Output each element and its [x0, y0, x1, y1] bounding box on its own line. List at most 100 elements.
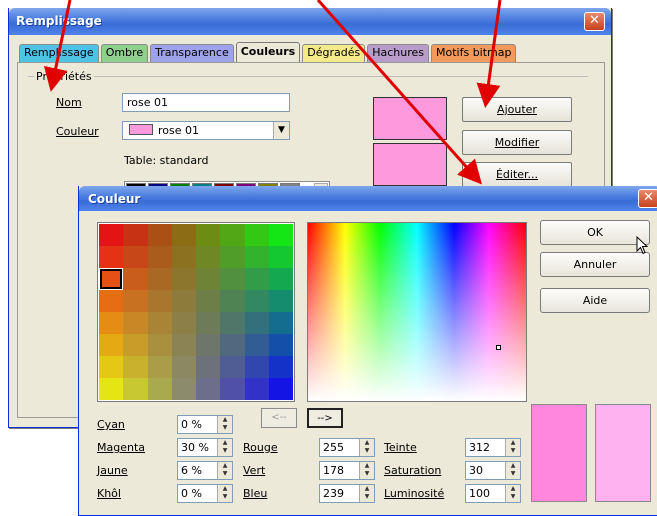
color-grid-cell[interactable]	[147, 378, 172, 400]
luminosite-spinbox[interactable]: 100 ▲ ▼	[465, 484, 521, 503]
spectrum-cursor[interactable]	[496, 345, 501, 350]
color-grid-cell[interactable]	[123, 268, 148, 290]
color-grid-cell[interactable]	[268, 246, 293, 268]
couleur-select[interactable]: rose 01 ▼	[122, 121, 290, 140]
color-spectrum[interactable]	[307, 222, 527, 402]
color-grid-cell[interactable]	[147, 312, 172, 334]
ok-button[interactable]: OK	[540, 220, 650, 245]
color-grid[interactable]	[99, 224, 293, 400]
color-grid-cell[interactable]	[147, 356, 172, 378]
fill-dialog-titlebar[interactable]: Remplissage ✕	[9, 8, 611, 35]
spin-arrows-icon[interactable]: ▲ ▼	[359, 485, 374, 502]
cyan-spinbox[interactable]: 0 % ▲ ▼	[177, 415, 233, 434]
editer-button[interactable]: Éditer...	[462, 162, 572, 187]
color-dialog-titlebar[interactable]: Couleur ✕	[79, 186, 657, 211]
bleu-spinbox[interactable]: 239 ▲ ▼	[319, 484, 375, 503]
arrow-right-button[interactable]: -->	[307, 408, 343, 428]
color-grid-cell[interactable]	[123, 312, 148, 334]
color-grid-cell[interactable]	[171, 334, 196, 356]
color-grid-cell[interactable]	[147, 246, 172, 268]
color-grid-cell[interactable]	[147, 290, 172, 312]
spin-arrows-icon[interactable]: ▲ ▼	[505, 439, 520, 456]
color-grid-cell[interactable]	[220, 246, 245, 268]
color-grid-cell[interactable]	[99, 290, 124, 312]
color-grid-cell[interactable]	[220, 312, 245, 334]
arrow-left-button[interactable]: <--	[261, 408, 297, 428]
jaune-spinbox[interactable]: 6 % ▲ ▼	[177, 461, 233, 480]
color-grid-cell[interactable]	[99, 356, 124, 378]
color-grid-cell[interactable]	[244, 334, 269, 356]
color-grid-cell[interactable]	[123, 290, 148, 312]
color-grid-cell[interactable]	[268, 290, 293, 312]
color-grid-cell[interactable]	[171, 312, 196, 334]
color-grid-cell[interactable]	[123, 356, 148, 378]
color-grid-cell[interactable]	[244, 268, 269, 290]
color-grid-cell[interactable]	[171, 290, 196, 312]
annuler-button[interactable]: Annuler	[540, 252, 650, 277]
color-grid-cell[interactable]	[171, 378, 196, 400]
color-grid-cell[interactable]	[268, 312, 293, 334]
tab-hachures[interactable]: Hachures	[367, 44, 429, 62]
color-grid-cell[interactable]	[196, 356, 221, 378]
color-grid-cell[interactable]	[196, 290, 221, 312]
tab-remplissage[interactable]: Remplissage	[19, 44, 99, 62]
spin-arrows-icon[interactable]: ▲ ▼	[217, 416, 232, 433]
color-grid-cell[interactable]	[244, 312, 269, 334]
spin-arrows-icon[interactable]: ▲ ▼	[505, 485, 520, 502]
color-grid-cell[interactable]	[99, 334, 124, 356]
color-grid-cell[interactable]	[244, 356, 269, 378]
spin-arrows-icon[interactable]: ▲ ▼	[217, 485, 232, 502]
color-grid-cell[interactable]	[268, 224, 293, 246]
color-grid-cell[interactable]	[196, 334, 221, 356]
color-grid-cell[interactable]	[220, 378, 245, 400]
spin-arrows-icon[interactable]: ▲ ▼	[505, 462, 520, 479]
color-grid-cell[interactable]	[196, 224, 221, 246]
teinte-spinbox[interactable]: 312 ▲ ▼	[465, 438, 521, 457]
vert-spinbox[interactable]: 178 ▲ ▼	[319, 461, 375, 480]
spin-arrows-icon[interactable]: ▲ ▼	[359, 462, 374, 479]
color-grid-cell[interactable]	[99, 378, 124, 400]
spin-arrows-icon[interactable]: ▲ ▼	[217, 462, 232, 479]
color-grid-cell[interactable]	[268, 356, 293, 378]
color-grid-cell[interactable]	[123, 246, 148, 268]
color-grid-cell[interactable]	[268, 334, 293, 356]
tab-transparence[interactable]: Transparence	[150, 44, 234, 62]
color-grid-cell[interactable]	[220, 268, 245, 290]
color-grid-cell[interactable]	[244, 378, 269, 400]
color-grid-cell[interactable]	[220, 290, 245, 312]
color-grid-cell[interactable]	[268, 268, 293, 290]
close-icon[interactable]: ✕	[638, 189, 657, 208]
color-grid-cell[interactable]	[147, 334, 172, 356]
color-grid-cell[interactable]	[99, 268, 124, 290]
modifier-button[interactable]: Modifier	[462, 130, 572, 155]
nom-input[interactable]: rose 01	[122, 93, 290, 112]
spin-arrows-icon[interactable]: ▲ ▼	[217, 439, 232, 456]
tab-motifs-bitmap[interactable]: Motifs bitmap	[431, 44, 517, 62]
color-grid-cell[interactable]	[123, 378, 148, 400]
tab-ombre[interactable]: Ombre	[100, 44, 149, 62]
ajouter-button[interactable]: Ajouter	[462, 97, 572, 122]
color-grid-cell[interactable]	[171, 356, 196, 378]
magenta-spinbox[interactable]: 30 % ▲ ▼	[177, 438, 233, 457]
tab-couleurs[interactable]: Couleurs	[235, 42, 301, 62]
color-grid-cell[interactable]	[196, 312, 221, 334]
color-grid-cell[interactable]	[196, 378, 221, 400]
spin-arrows-icon[interactable]: ▲ ▼	[359, 439, 374, 456]
color-grid-cell[interactable]	[123, 224, 148, 246]
color-grid-cell[interactable]	[196, 246, 221, 268]
color-grid-cell[interactable]	[99, 312, 124, 334]
color-grid-cell[interactable]	[99, 246, 124, 268]
color-grid-cell[interactable]	[147, 268, 172, 290]
rouge-spinbox[interactable]: 255 ▲ ▼	[319, 438, 375, 457]
saturation-spinbox[interactable]: 30 ▲ ▼	[465, 461, 521, 480]
color-grid-cell[interactable]	[220, 334, 245, 356]
color-grid-cell[interactable]	[220, 356, 245, 378]
color-grid-cell[interactable]	[244, 246, 269, 268]
chevron-down-icon[interactable]: ▼	[273, 122, 289, 139]
color-grid-cell[interactable]	[99, 224, 124, 246]
color-grid-cell[interactable]	[196, 268, 221, 290]
color-grid-cell[interactable]	[220, 224, 245, 246]
color-grid-cell[interactable]	[244, 224, 269, 246]
tab-degrades[interactable]: Dégradés	[302, 44, 366, 62]
color-grid-cell[interactable]	[268, 378, 293, 400]
